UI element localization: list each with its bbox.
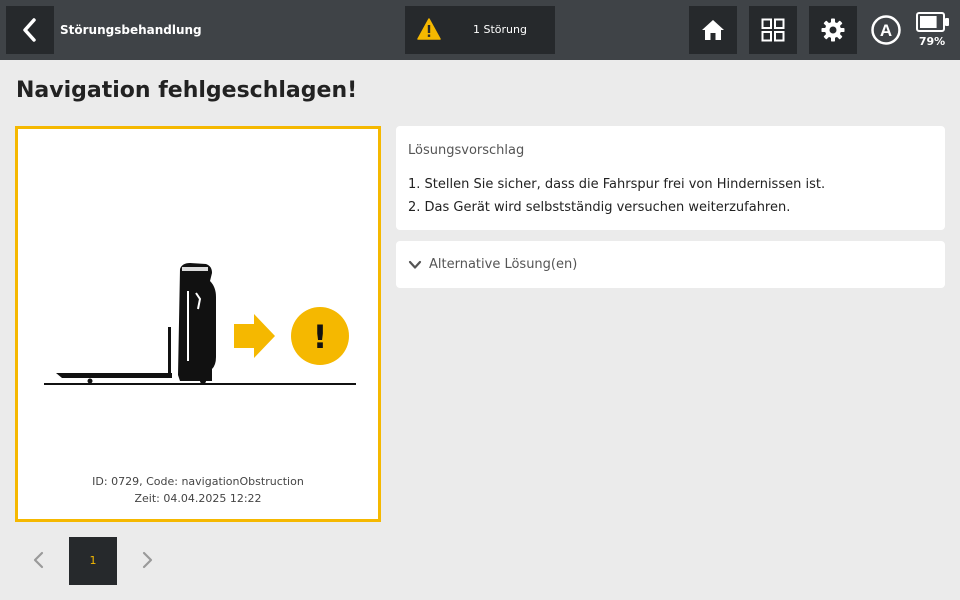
navigation-obstruction-illustration: ! xyxy=(44,263,356,385)
page-title: Navigation fehlgeschlagen! xyxy=(16,78,358,103)
error-image-card: ! ID: 0729, Code: navigationObstruction … xyxy=(15,126,381,522)
solution-heading: Lösungsvorschlag xyxy=(408,143,525,158)
back-arrow-icon xyxy=(23,18,36,42)
error-meta: ID: 0729, Code: navigationObstruction Ze… xyxy=(18,473,378,507)
mode-letter: A xyxy=(880,21,892,40)
apps-grid-button[interactable] xyxy=(749,6,797,54)
previous-page-button[interactable] xyxy=(28,549,50,571)
error-id-code: ID: 0729, Code: navigationObstruction xyxy=(92,475,304,488)
settings-button[interactable] xyxy=(809,6,857,54)
fault-status-button[interactable]: 1 Störung xyxy=(405,6,555,54)
battery-icon xyxy=(916,12,949,32)
alternative-solutions-toggle[interactable]: Alternative Lösung(en) xyxy=(396,241,945,288)
auto-mode-icon: A xyxy=(871,15,901,45)
chevron-right-icon xyxy=(142,551,153,569)
warning-icon xyxy=(417,18,441,40)
next-page-button[interactable] xyxy=(136,549,158,571)
error-time: Zeit: 04.04.2025 12:22 xyxy=(134,492,262,505)
illustration-exclamation: ! xyxy=(313,318,328,356)
solution-step-2: 2. Das Gerät wird selbstständig versuche… xyxy=(408,200,791,215)
chevron-left-icon xyxy=(33,551,44,569)
solution-step-1: 1. Stellen Sie sicher, dass die Fahrspur… xyxy=(408,177,826,192)
screen-title: Störungsbehandlung xyxy=(60,23,202,37)
home-button[interactable] xyxy=(689,6,737,54)
top-bar: Störungsbehandlung 1 Störung A 79% xyxy=(0,0,960,60)
solution-card: Lösungsvorschlag 1. Stellen Sie sicher, … xyxy=(396,126,945,230)
battery-percentage: 79% xyxy=(918,35,946,48)
back-button[interactable] xyxy=(6,6,54,54)
home-icon xyxy=(702,20,724,40)
page-button-current[interactable]: 1 xyxy=(69,537,117,585)
alternative-solutions-label: Alternative Lösung(en) xyxy=(429,257,578,272)
grid-icon xyxy=(761,18,785,42)
chevron-down-icon xyxy=(408,260,422,269)
gear-icon xyxy=(821,18,845,42)
fault-count-label: 1 Störung xyxy=(473,23,527,36)
